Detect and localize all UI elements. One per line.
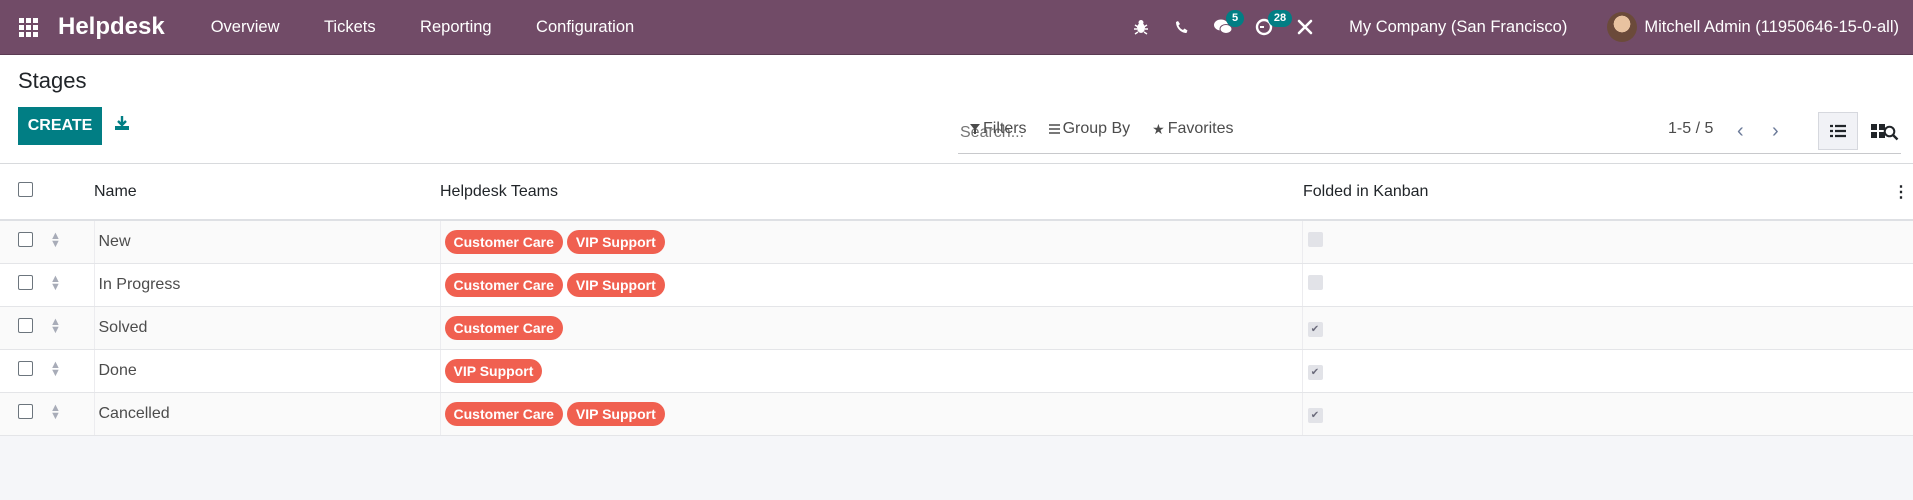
list-icon — [1048, 124, 1060, 134]
pager-next-button[interactable]: › — [1772, 120, 1779, 143]
messages-button[interactable]: 5 — [1202, 0, 1245, 54]
menu-tickets[interactable]: Tickets — [324, 18, 376, 36]
stage-name[interactable]: Solved — [93, 306, 440, 350]
team-tags: VIP Support — [439, 349, 1302, 393]
folded-checkbox: ✔ — [1307, 407, 1323, 423]
row-checkbox[interactable] — [18, 317, 33, 333]
folded-cell — [1301, 263, 1893, 307]
folded-cell: ✔ — [1301, 392, 1893, 436]
team-tag: VIP Support — [566, 272, 665, 297]
menu-reporting[interactable]: Reporting — [420, 18, 492, 36]
stage-name[interactable]: Done — [93, 349, 440, 393]
table-row[interactable]: ▲ ▼ In Progress Customer Care VIP Support — [0, 263, 1913, 307]
kanban-view-button[interactable] — [1858, 112, 1898, 150]
team-tag: VIP Support — [444, 358, 543, 383]
user-menu[interactable]: Mitchell Admin (11950646-15-0-all) — [1607, 12, 1899, 42]
row-checkbox[interactable] — [18, 403, 33, 419]
folded-cell: ✔ — [1301, 349, 1893, 393]
download-icon — [115, 116, 129, 130]
folded-checkbox: ✔ — [1307, 364, 1323, 380]
stage-name[interactable]: New — [93, 220, 440, 264]
drag-handle-icon[interactable]: ▲ ▼ — [50, 402, 61, 421]
folded-cell — [1301, 220, 1893, 264]
column-folded-in-kanban[interactable]: Folded in Kanban — [1302, 164, 1893, 221]
team-tag: VIP Support — [566, 401, 665, 426]
team-tag: Customer Care — [444, 272, 563, 297]
list-view-icon — [1830, 124, 1846, 138]
download-button[interactable] — [114, 115, 130, 136]
tools-button[interactable] — [1284, 0, 1325, 54]
drag-handle-icon[interactable]: ▲ ▼ — [50, 316, 61, 335]
folded-checkbox — [1307, 231, 1323, 247]
team-tag: Customer Care — [444, 229, 563, 254]
team-tag: Customer Care — [444, 315, 563, 340]
group-by-button[interactable]: Group By — [1048, 120, 1130, 138]
row-checkbox[interactable] — [18, 231, 33, 247]
main-menu: Overview Tickets Reporting Configuration — [191, 18, 654, 37]
folded-checkbox — [1307, 274, 1323, 290]
team-tag: VIP Support — [566, 229, 665, 254]
pager-previous-button[interactable]: ‹ — [1737, 120, 1744, 143]
table-row[interactable]: ▲ ▼ New Customer Care VIP Support — [0, 220, 1913, 264]
column-helpdesk-teams[interactable]: Helpdesk Teams — [440, 164, 1302, 221]
page-title: Stages — [18, 68, 87, 93]
kanban-view-icon — [1871, 124, 1885, 138]
apps-grid-icon — [18, 17, 38, 37]
phone-button[interactable] — [1161, 0, 1202, 54]
stage-name[interactable]: Cancelled — [93, 392, 440, 436]
avatar — [1607, 12, 1638, 42]
column-name[interactable]: Name — [94, 164, 440, 221]
team-tags: Customer Care — [439, 306, 1302, 350]
list-view-button[interactable] — [1818, 112, 1858, 150]
facets: Filters Group By ★ Favorites — [970, 120, 1234, 138]
favorites-button[interactable]: ★ Favorites — [1152, 120, 1233, 138]
team-tags: Customer Care VIP Support — [439, 220, 1302, 264]
table-row[interactable]: ▲ ▼ Solved Customer Care ✔ — [0, 306, 1913, 350]
team-tags: Customer Care VIP Support — [439, 263, 1302, 307]
app-brand[interactable]: Helpdesk — [58, 13, 165, 41]
create-button[interactable]: CREATE — [18, 107, 102, 145]
stages-table: Name Helpdesk Teams Folded in Kanban ⋮ ▲… — [0, 164, 1913, 436]
filters-button[interactable]: Filters — [970, 120, 1027, 138]
menu-configuration[interactable]: Configuration — [536, 18, 634, 36]
drag-handle-icon[interactable]: ▲ ▼ — [50, 359, 61, 378]
team-tags: Customer Care VIP Support — [439, 392, 1302, 436]
drag-handle-icon[interactable]: ▲ ▼ — [50, 273, 61, 292]
chevron-right-icon: › — [1772, 120, 1779, 142]
row-checkbox[interactable] — [18, 360, 33, 376]
menu-overview[interactable]: Overview — [211, 18, 280, 36]
filter-icon — [970, 124, 980, 134]
folded-cell: ✔ — [1301, 306, 1893, 350]
stage-name[interactable]: In Progress — [93, 263, 440, 307]
table-row[interactable]: ▲ ▼ Cancelled Customer Care VIP Support ✔ — [0, 392, 1913, 436]
more-vertical-icon: ⋮ — [1893, 183, 1909, 201]
table-header: Name Helpdesk Teams Folded in Kanban ⋮ — [0, 164, 1913, 221]
optional-columns-button[interactable]: ⋮ — [1893, 164, 1913, 221]
apps-menu-button[interactable] — [0, 0, 56, 54]
activities-button[interactable]: 28 — [1243, 0, 1293, 54]
chevron-left-icon: ‹ — [1737, 120, 1744, 142]
tools-icon — [1297, 19, 1312, 35]
table-row[interactable]: ▲ ▼ Done VIP Support ✔ — [0, 349, 1913, 393]
drag-handle-icon[interactable]: ▲ ▼ — [50, 230, 61, 249]
pager-value[interactable]: 1-5 / 5 — [1668, 120, 1713, 138]
messages-badge: 5 — [1225, 10, 1245, 27]
company-switcher[interactable]: My Company (San Francisco) — [1349, 18, 1567, 37]
star-icon: ★ — [1152, 120, 1165, 137]
systray: 5 28 My Company (San Francisco) Mitchell… — [1120, 0, 1913, 54]
row-checkbox[interactable] — [18, 274, 33, 290]
control-panel: Stages CREATE — [0, 55, 1913, 164]
bug-icon — [1133, 20, 1148, 35]
select-all-checkbox[interactable] — [18, 181, 33, 197]
top-navbar: Helpdesk Overview Tickets Reporting Conf… — [0, 0, 1913, 55]
phone-icon — [1175, 21, 1188, 33]
debug-button[interactable] — [1120, 0, 1161, 54]
folded-checkbox: ✔ — [1307, 321, 1323, 337]
team-tag: Customer Care — [444, 401, 563, 426]
user-name: Mitchell Admin (11950646-15-0-all) — [1644, 17, 1899, 36]
